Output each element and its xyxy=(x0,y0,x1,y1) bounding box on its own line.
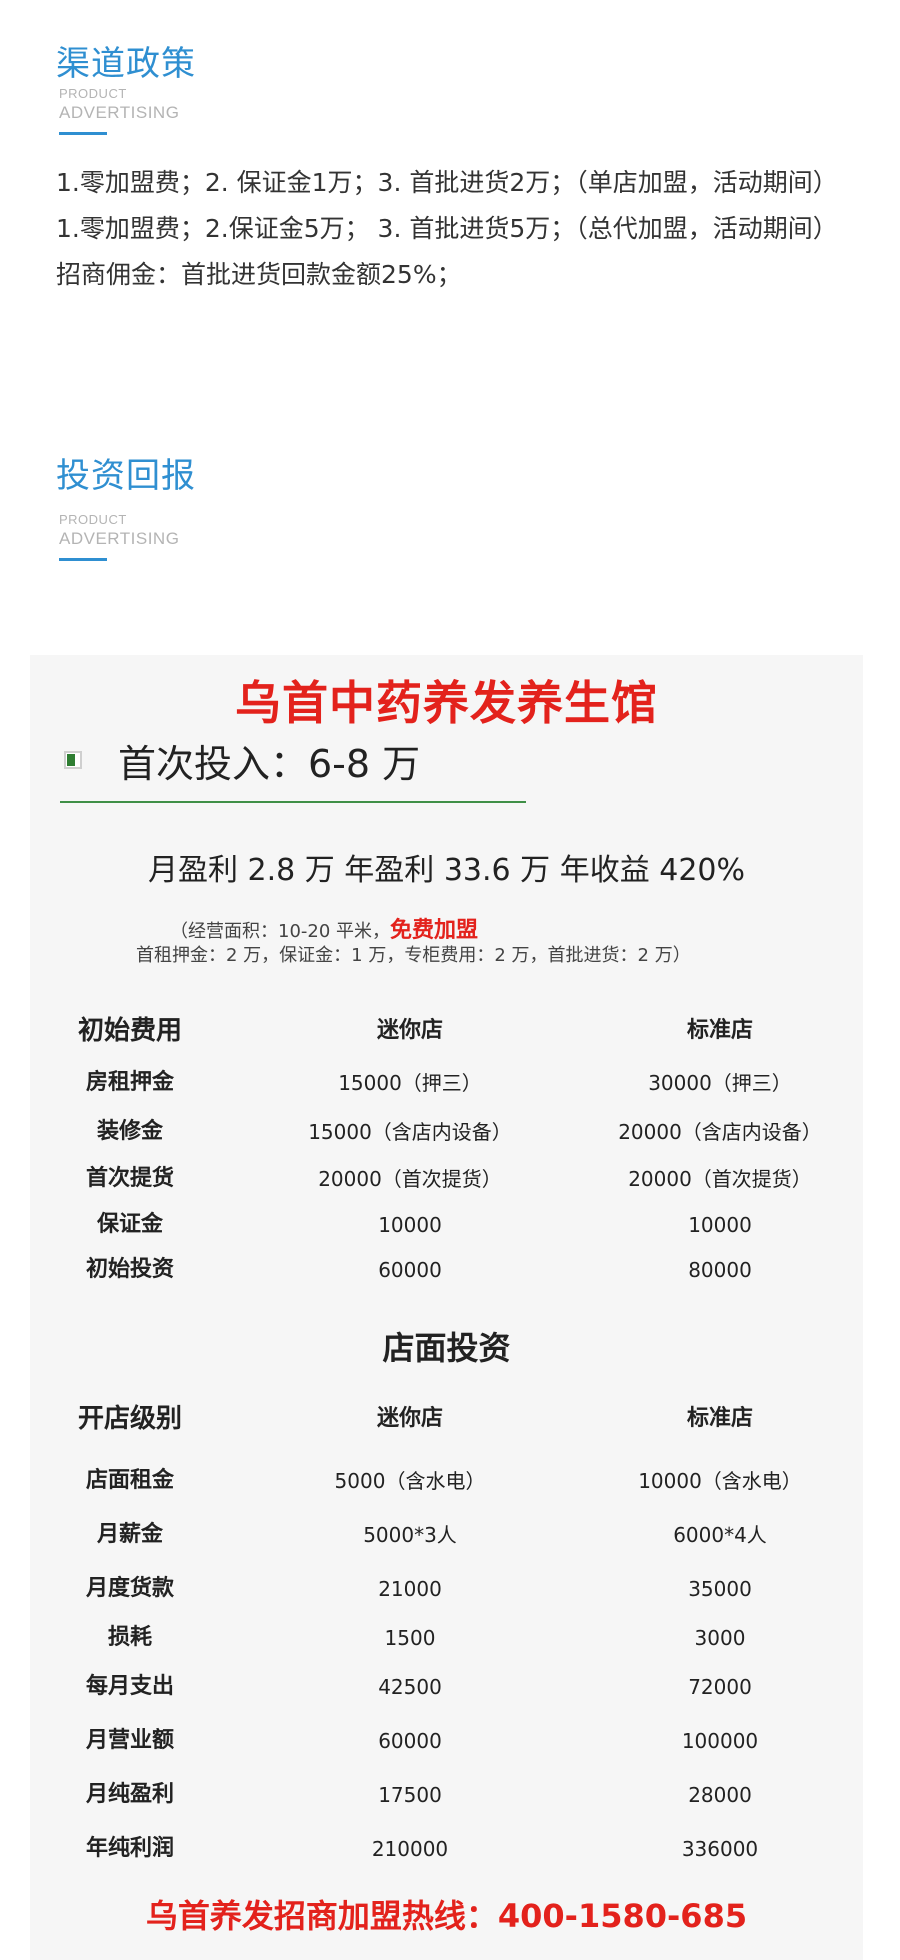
store-header-standard: 标准店 xyxy=(686,1406,753,1431)
standard-value: 30000（押三） xyxy=(648,1071,792,1095)
table-row: 房租押金 15000（押三） 30000（押三） xyxy=(30,1065,863,1101)
table-row: 初始投资 60000 80000 xyxy=(30,1252,863,1288)
standard-value: 35000 xyxy=(688,1577,752,1601)
row-label: 月营业额 xyxy=(85,1728,174,1753)
policy-line: 招商佣金：首批进货回款金额25%； xyxy=(56,260,462,289)
return-section-subtitle-advertising: ADVERTISING xyxy=(59,529,180,548)
standard-value: 3000 xyxy=(694,1626,746,1650)
return-section-underline xyxy=(59,558,107,561)
note-line-1: （经营面积：10-20 平米，免费加盟 xyxy=(170,912,478,944)
row-label: 店面租金 xyxy=(85,1468,174,1493)
table-row: 店面租金 5000（含水电） 10000（含水电） xyxy=(30,1463,863,1499)
standard-value: 10000 xyxy=(688,1213,752,1237)
standard-value: 20000（含店内设备） xyxy=(618,1120,822,1144)
row-label: 年纯利润 xyxy=(85,1836,174,1861)
row-label: 装修金 xyxy=(96,1119,163,1144)
row-label: 初始投资 xyxy=(85,1257,174,1282)
return-section-subtitle-product: PRODUCT xyxy=(59,512,127,527)
return-section-title: 投资回报 xyxy=(56,456,196,496)
table-row: 月薪金 5000*3人 6000*4人 xyxy=(30,1517,863,1553)
investment-poster: 乌首中药养发养生馆 首次投入：6-8 万 月盈利 2.8 万 年盈利 33.6 … xyxy=(30,655,863,1960)
standard-value: 100000 xyxy=(681,1729,759,1753)
policy-line: 1.零加盟费；2. 保证金1万；3. 首批进货2万；（单店加盟，活动期间） xyxy=(56,168,838,197)
mini-value: 10000 xyxy=(378,1213,442,1237)
standard-value: 10000（含水电） xyxy=(638,1469,802,1493)
first-investment-text: 首次投入：6-8 万 xyxy=(118,742,421,786)
row-label: 每月支出 xyxy=(85,1674,174,1699)
standard-value: 336000 xyxy=(681,1837,759,1861)
free-join-text: 免费加盟 xyxy=(390,918,479,943)
mini-value: 5000*3人 xyxy=(363,1523,457,1547)
policy-section-underline xyxy=(59,132,107,135)
mini-value: 15000（押三） xyxy=(338,1071,482,1095)
note-area-text: （经营面积：10-20 平米， xyxy=(170,921,391,942)
standard-value: 80000 xyxy=(688,1258,752,1282)
initial-header-mini: 迷你店 xyxy=(376,1018,443,1043)
profit-summary: 月盈利 2.8 万 年盈利 33.6 万 年收益 420% xyxy=(147,853,746,888)
checkbox-bullet-icon xyxy=(64,751,82,769)
row-label: 月纯盈利 xyxy=(85,1782,174,1807)
initial-table-header: 初始费用 迷你店 标准店 xyxy=(30,1013,863,1049)
table-row: 月纯盈利 17500 28000 xyxy=(30,1777,863,1813)
franchise-hotline: 乌首养发招商加盟热线：400-1580-685 xyxy=(145,1897,748,1935)
policy-section-subtitle-product: PRODUCT xyxy=(59,86,127,101)
standard-value: 28000 xyxy=(688,1783,752,1807)
store-header-label: 开店级别 xyxy=(77,1404,182,1434)
table-row: 年纯利润 210000 336000 xyxy=(30,1831,863,1867)
row-label: 月薪金 xyxy=(96,1522,163,1547)
green-divider xyxy=(60,801,526,803)
row-label: 月度货款 xyxy=(85,1576,174,1601)
standard-value: 20000（首次提货） xyxy=(628,1167,812,1191)
mini-value: 60000 xyxy=(378,1258,442,1282)
table-row: 装修金 15000（含店内设备） 20000（含店内设备） xyxy=(30,1114,863,1150)
standard-value: 72000 xyxy=(688,1675,752,1699)
table-row: 保证金 10000 10000 xyxy=(30,1207,863,1243)
mini-value: 15000（含店内设备） xyxy=(308,1120,512,1144)
table-row: 月度货款 21000 35000 xyxy=(30,1571,863,1607)
mini-value: 21000 xyxy=(378,1577,442,1601)
table-row: 每月支出 42500 72000 xyxy=(30,1669,863,1705)
initial-header-label: 初始费用 xyxy=(77,1016,182,1046)
poster-title: 乌首中药养发养生馆 xyxy=(235,676,658,730)
policy-section-subtitle-advertising: ADVERTISING xyxy=(59,103,180,122)
table-row: 月营业额 60000 100000 xyxy=(30,1723,863,1759)
mini-value: 42500 xyxy=(378,1675,442,1699)
row-label: 保证金 xyxy=(96,1212,163,1237)
policy-text: 1.零加盟费；2. 保证金1万；3. 首批进货2万；（单店加盟，活动期间） 1.… xyxy=(56,160,846,298)
initial-header-standard: 标准店 xyxy=(686,1018,753,1043)
row-label: 房租押金 xyxy=(85,1070,174,1095)
mini-value: 60000 xyxy=(378,1729,442,1753)
note-line-2: 首租押金：2 万，保证金：1 万，专柜费用：2 万，首批进货：2 万） xyxy=(136,945,691,966)
mini-value: 210000 xyxy=(371,1837,449,1861)
row-label: 损耗 xyxy=(107,1625,152,1650)
store-header-mini: 迷你店 xyxy=(376,1406,443,1431)
mini-value: 1500 xyxy=(384,1626,436,1650)
policy-line: 1.零加盟费；2.保证金5万； 3. 首批进货5万；（总代加盟，活动期间） xyxy=(56,214,838,243)
store-table-header: 开店级别 迷你店 标准店 xyxy=(30,1401,863,1437)
mini-value: 20000（首次提货） xyxy=(318,1167,502,1191)
store-investment-title: 店面投资 xyxy=(382,1329,511,1367)
policy-section-title: 渠道政策 xyxy=(56,44,196,84)
mini-value: 17500 xyxy=(378,1783,442,1807)
mini-value: 5000（含水电） xyxy=(334,1469,486,1493)
table-row: 损耗 1500 3000 xyxy=(30,1620,863,1656)
standard-value: 6000*4人 xyxy=(673,1523,767,1547)
table-row: 首次提货 20000（首次提货） 20000（首次提货） xyxy=(30,1161,863,1197)
row-label: 首次提货 xyxy=(85,1166,174,1191)
